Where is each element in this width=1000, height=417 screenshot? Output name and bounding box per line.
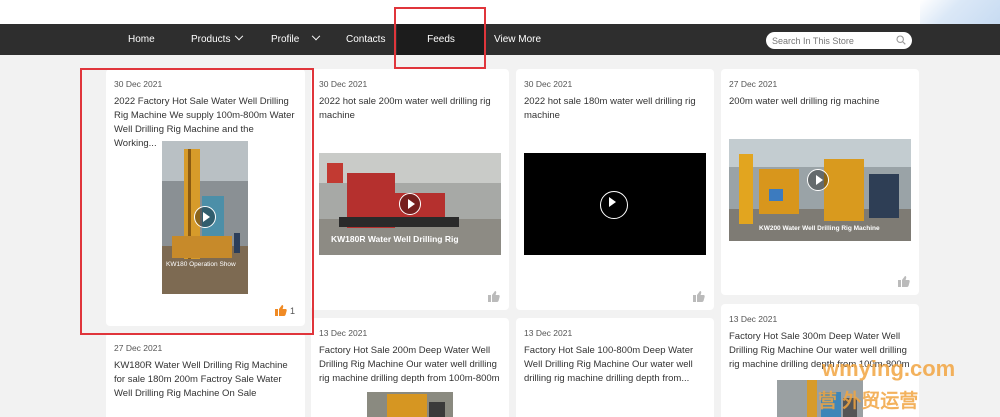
banner-corner	[920, 0, 1000, 24]
thumbs-up-icon[interactable]	[898, 276, 910, 287]
feed-video[interactable]	[524, 153, 706, 255]
feed-card[interactable]: 13 Dec 2021 Factory Hot Sale 100-800m De…	[516, 318, 714, 417]
feed-date: 30 Dec 2021	[524, 79, 573, 89]
feeds-highlight-box	[394, 7, 486, 69]
feed-card[interactable]: 30 Dec 2021 2022 hot sale 200m water wel…	[311, 69, 509, 310]
chevron-down-icon	[312, 31, 321, 41]
nav-contacts[interactable]: Contacts	[346, 24, 385, 55]
feed-video-thumbnail[interactable]	[367, 392, 453, 417]
top-strip	[0, 0, 1000, 24]
search-icon[interactable]	[896, 35, 906, 45]
feed-title[interactable]: 200m water well drilling rig machine	[729, 95, 911, 109]
nav-home[interactable]: Home	[128, 24, 155, 55]
feed-date: 13 Dec 2021	[319, 328, 368, 338]
feed-title[interactable]: Factory Hot Sale 200m Deep Water Well Dr…	[319, 344, 501, 386]
nav-profile-label: Profile	[271, 34, 300, 45]
video-caption: KW200 Water Well Drilling Rig Machine	[759, 225, 880, 232]
nav-contacts-label: Contacts	[346, 34, 386, 45]
feed-date: 30 Dec 2021	[319, 79, 368, 89]
feed-title[interactable]: 2022 hot sale 180m water well drilling r…	[524, 95, 706, 123]
search-box	[766, 32, 912, 49]
nav-home-label: Home	[128, 34, 155, 45]
feed-video[interactable]: KW180R Water Well Drilling Rig	[319, 153, 501, 255]
chevron-down-icon	[235, 31, 244, 41]
feed-card[interactable]: 30 Dec 2021 2022 hot sale 180m water wel…	[516, 69, 714, 310]
nav-view-more[interactable]: View More	[494, 24, 541, 55]
nav-view-more-label: View More	[494, 34, 542, 45]
feed-date: 13 Dec 2021	[729, 314, 778, 324]
feed-date: 13 Dec 2021	[524, 328, 573, 338]
drilling-rig-image	[367, 392, 453, 417]
nav-profile[interactable]: Profile	[271, 24, 321, 55]
feed-date: 27 Dec 2021	[114, 343, 163, 353]
feed-title[interactable]: 2022 hot sale 200m water well drilling r…	[319, 95, 501, 123]
feed-card[interactable]: 27 Dec 2021 KW180R Water Well Drilling R…	[106, 333, 305, 417]
feed-video[interactable]: KW200 Water Well Drilling Rig Machine	[729, 139, 911, 241]
video-caption: KW180R Water Well Drilling Rig	[331, 234, 459, 244]
watermark-url: wmying.com	[822, 356, 956, 381]
watermark-text: 营 外贸运营	[818, 391, 919, 412]
thumbs-up-icon[interactable]	[488, 291, 500, 302]
play-icon[interactable]	[807, 169, 829, 191]
nav-products[interactable]: Products	[191, 24, 244, 55]
feed-card[interactable]: 27 Dec 2021 200m water well drilling rig…	[721, 69, 919, 295]
feed-title[interactable]: Factory Hot Sale 100-800m Deep Water Wel…	[524, 344, 706, 386]
search-input[interactable]	[772, 34, 890, 47]
first-feed-highlight-box	[80, 68, 314, 335]
feed-title[interactable]: KW180R Water Well Drilling Rig Machine f…	[114, 359, 297, 401]
play-icon[interactable]	[399, 193, 421, 215]
feed-card[interactable]: 13 Dec 2021 Factory Hot Sale 200m Deep W…	[311, 318, 509, 417]
feed-date: 27 Dec 2021	[729, 79, 778, 89]
thumbs-up-icon[interactable]	[693, 291, 705, 302]
nav-products-label: Products	[191, 34, 231, 45]
play-icon[interactable]	[600, 191, 628, 219]
